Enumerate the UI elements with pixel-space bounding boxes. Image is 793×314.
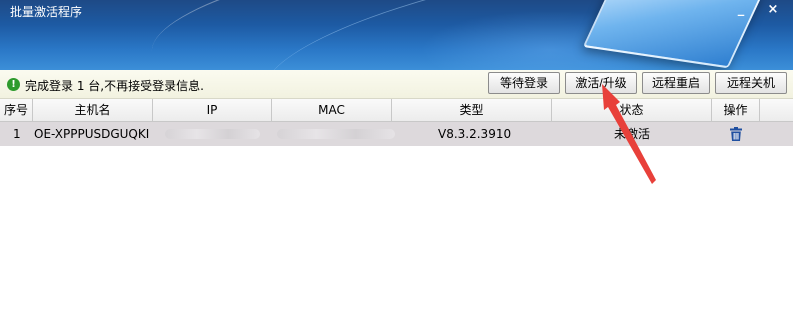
annotation-arrow (602, 84, 656, 184)
